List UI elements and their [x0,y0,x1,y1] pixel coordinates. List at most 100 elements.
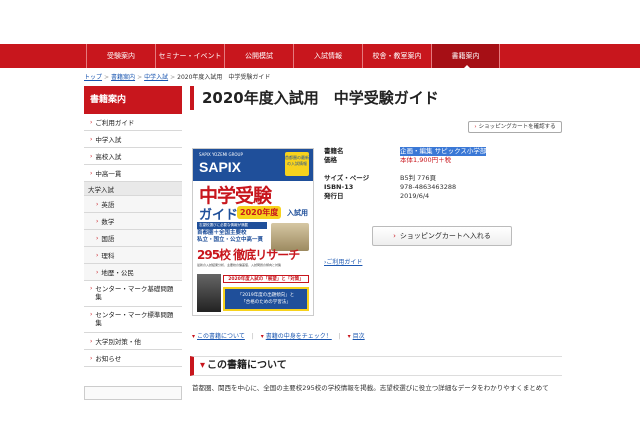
top-nav: 受験案内 セミナー・イベント 公開模試 入試情報 校舎・教室案内 書籍案内 [0,44,640,69]
view-cart-label: ショッピングカートを確認する [478,124,556,130]
sidebar-item-japanese[interactable]: › 国語 [84,230,182,247]
nav-item-juken[interactable]: 受験案内 [86,44,155,68]
info-label: ISBN-13 [324,183,354,191]
cover-badge: 首都圏の最新の入試情報 [285,152,309,176]
info-row-title: 書籍名 企画・編集 サピックス小学部 [324,147,487,156]
info-value: 2019/6/4 [400,192,430,200]
breadcrumb: トップ > 書籍案内 > 中学入試 >2020年度入試用 中学受験ガイド [84,72,270,81]
sidebar-item-label: センター・マーク基礎問題集 [95,285,174,301]
info-row-size: サイズ・ページ B5判 776頁 [324,174,486,183]
section-heading: ▾ この書籍について [190,356,562,376]
cover-count: 295校 徹底リサーチ [197,248,300,262]
info-row-isbn: ISBN-13 978-4863463288 [324,183,486,192]
breadcrumb-current: 2020年度入試用 中学受験ガイド [177,74,271,81]
chevron-right-icon: › [393,232,396,240]
sidebar-item-junior[interactable]: › 中学入試 [84,131,182,148]
page-title: 2020年度入試用 中学受験ガイド [202,89,439,107]
chevron-right-icon: › [90,285,93,292]
cover-trends-1: 「2019年度の出題傾向」と [237,293,295,298]
chevron-down-icon: ▾ [192,333,196,340]
breadcrumb-separator: > [170,74,176,81]
nav-item-seminar[interactable]: セミナー・イベント [155,44,224,68]
sidebar-item-label: ご利用ガイド [95,119,135,127]
sidebar-item-ikkan[interactable]: › 中高一貫 [84,165,182,182]
divider: | [251,333,254,340]
breadcrumb-top[interactable]: トップ [84,74,102,81]
breadcrumb-separator: > [104,74,110,81]
sidebar-item-math[interactable]: › 数学 [84,213,182,230]
sidebar-item-label: 英語 [101,201,115,209]
sidebar-item-social[interactable]: › 地歴・公民 [84,264,182,281]
cover-trends-2: 「合格のための学習法」 [241,300,291,305]
chevron-right-icon: › [90,337,93,345]
view-cart-button[interactable]: › ショッピングカートを確認する [468,121,562,133]
chevron-right-icon: › [96,200,99,208]
info-value: 本体1,900円＋税 [400,156,452,164]
sidebar-item-news[interactable]: › お知らせ [84,350,182,367]
chevron-down-icon: ▾ [200,360,206,371]
chevron-right-icon: › [96,251,99,259]
nav-item-nyushi[interactable]: 入試情報 [293,44,362,68]
breadcrumb-separator: > [137,74,143,81]
cover-year: 2020年度 [237,206,282,219]
cover-photo [197,274,221,312]
sidebar-banner[interactable] [84,386,182,400]
sidebar-item-center-basic[interactable]: › センター・マーク基礎問題集 [84,281,182,307]
chevron-right-icon: › [96,268,99,276]
info-row-date: 発行日 2019/6/4 [324,192,486,201]
cover-small-text: 最新の入試結果分析、主要校の偏差値、入試問題の傾向と対策 [197,263,282,267]
nav-item-shoseki[interactable]: 書籍案内 [431,44,500,69]
sidebar-item-label: 国語 [101,235,115,243]
add-to-cart-button[interactable]: › ショッピングカートへ入れる [372,226,512,246]
sidebar-item-label: 数学 [101,218,115,226]
sidebar: 書籍案内 › ご利用ガイド › 中学入試 › 高校入試 › 中高一貫 大学入試 › 英語 … [84,86,182,367]
cover-guide: ガイド [199,208,239,223]
cover-scope: 首都圏＋全国主要校 私立・国立・公立中高一貫 [197,230,263,244]
sidebar-item-english[interactable]: › 英語 [84,196,182,213]
cover-brand: SAPIX [199,159,242,175]
sidebar-item-label: お知らせ [95,355,122,363]
chevron-right-icon: › [90,118,93,126]
sidebar-item-center-standard[interactable]: › センター・マーク標準問題集 [84,307,182,333]
book-sub-nav: ▾ この書籍について | ▾ 書籍の中身をチェック！ | ▾ 目次 [192,331,365,340]
sidebar-category-label: 大学入試 [88,185,114,194]
add-to-cart-label: ショッピングカートへ入れる [399,232,491,240]
divider: | [338,333,341,340]
cover-group: SAPIX YOZEMI GROUP [199,152,243,157]
link-toc[interactable]: 目次 [353,333,365,340]
sidebar-title: 書籍案内 [84,86,182,114]
info-row-price: 価格 本体1,900円＋税 [324,156,486,165]
usage-guide-label: ご利用ガイド [326,259,363,266]
sidebar-item-label: 地歴・公民 [101,269,134,277]
cover-trends: 「2019年度の出題傾向」と 「合格のための学習法」 [223,287,309,311]
cover-tagline: 志望校選びに必要な情報が満載 [197,222,267,229]
book-cover[interactable]: SAPIX YOZEMI GROUP SAPIX 首都圏の最新の入試情報 中学受… [192,148,314,316]
sidebar-item-high[interactable]: › 高校入試 [84,148,182,165]
nav-item-kosha[interactable]: 校舎・教室案内 [362,44,431,68]
book-description: 首都圏、関西を中心に、全国の主要校295校の学校情報を掲載。志望校選びに役立つ詳… [192,384,549,392]
chevron-down-icon: ▾ [260,333,264,340]
book-info: 書籍名 企画・編集 サピックス小学部 価格 本体1,900円＋税 サイズ・ページ B5… [324,147,487,201]
link-check-contents[interactable]: 書籍の中身をチェック！ [266,333,332,340]
info-label: サイズ・ページ [324,174,370,182]
sidebar-item-univ-specific[interactable]: › 大学別対策・他 [84,333,182,350]
sidebar-item-label: 中高一貫 [95,170,122,178]
chevron-right-icon: › [90,169,93,177]
cover-scope-2: 私立・国立・公立中高一貫 [197,237,264,243]
chevron-right-icon: › [90,135,93,143]
breadcrumb-junior[interactable]: 中学入試 [144,74,168,81]
chevron-right-icon: › [96,234,99,242]
link-about-book[interactable]: この書籍について [197,333,245,340]
sidebar-item-label: センター・マーク標準問題集 [95,311,174,327]
nav-item-moshi[interactable]: 公開模試 [224,44,293,68]
info-value: B5判 776頁 [400,174,437,182]
sidebar-item-label: 高校入試 [95,153,122,161]
breadcrumb-books[interactable]: 書籍案内 [111,74,135,81]
sidebar-item-guide[interactable]: › ご利用ガイド [84,114,182,131]
chevron-down-icon: ▾ [347,333,351,340]
usage-guide-link[interactable]: ›ご利用ガイド [324,257,362,266]
sidebar-item-science[interactable]: › 理科 [84,247,182,264]
cover-nyushi: 入試用 [287,209,308,217]
info-label [324,165,400,174]
chevron-right-icon: › [96,217,99,225]
